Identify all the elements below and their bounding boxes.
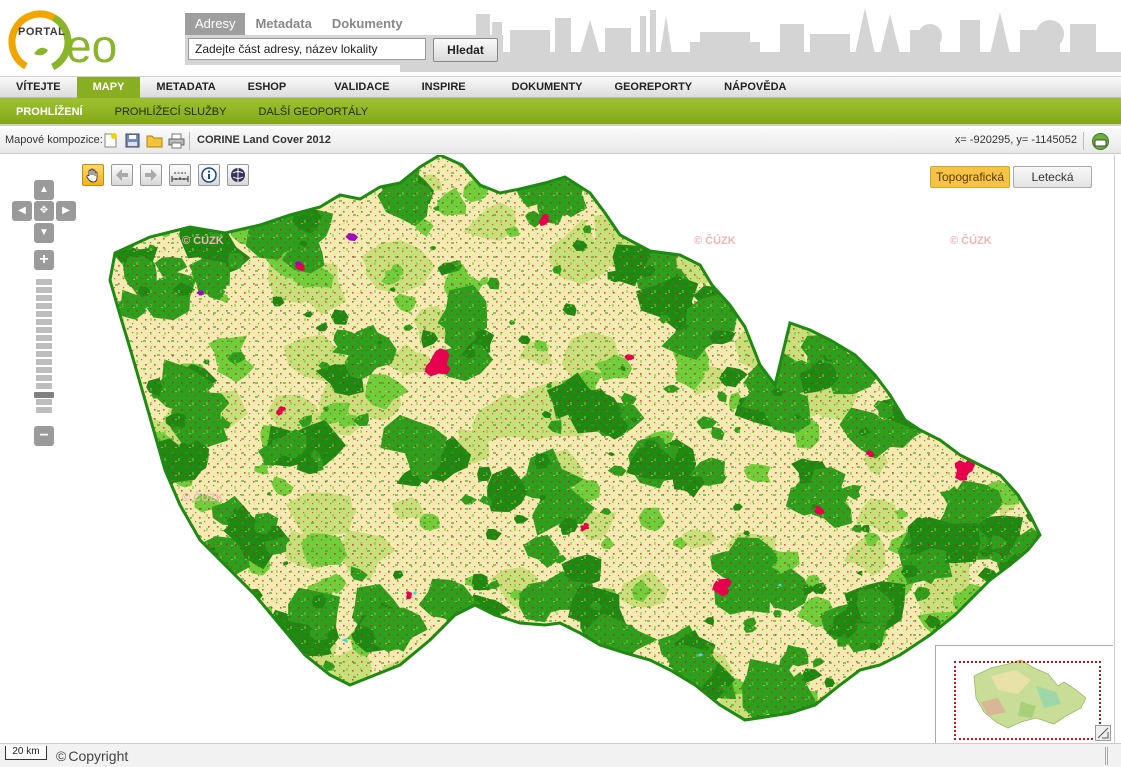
copyright-text[interactable]: © Copyright	[56, 748, 128, 764]
zoom-level-step[interactable]	[36, 343, 52, 349]
watermark: © ČÚZK	[182, 492, 224, 504]
zoom-level-step[interactable]	[36, 279, 52, 285]
baselayer-topographic-button[interactable]: Topografická	[930, 166, 1010, 188]
toolbar-separator	[189, 132, 190, 150]
pan-up-button[interactable]: ▲	[34, 180, 54, 200]
back-arrow-icon	[116, 169, 128, 181]
zoom-world-button[interactable]: ✥	[34, 201, 54, 221]
zoom-level-step[interactable]	[36, 319, 52, 325]
zoom-bar[interactable]	[36, 279, 52, 427]
search-box: Hledat	[185, 35, 503, 65]
pan-down-button[interactable]: ▼	[34, 223, 54, 243]
search-tabs: Adresy Metadata Dokumenty	[185, 13, 413, 35]
zoom-out-button[interactable]: −	[34, 426, 54, 446]
overview-toggle-button[interactable]	[1095, 725, 1111, 741]
nav-dokumenty[interactable]: DOKUMENTY	[496, 77, 599, 98]
copyright-symbol: ©	[56, 748, 67, 764]
main-navigation: VÍTEJTE MAPY METADATA ESHOP VALIDACE INS…	[0, 76, 1121, 98]
nav-vitejte[interactable]: VÍTEJTE	[0, 77, 77, 98]
save-icon[interactable]	[124, 132, 141, 149]
search-tab-adresy[interactable]: Adresy	[185, 13, 246, 35]
nav-georeporty[interactable]: GEOREPORTY	[599, 77, 709, 98]
search-input[interactable]	[188, 38, 426, 60]
compositions-label: Mapové kompozice:	[5, 134, 103, 146]
portal-logo[interactable]: eo PORTAL	[4, 4, 154, 74]
city-skyline-banner	[400, 8, 1121, 72]
open-folder-icon[interactable]	[146, 132, 163, 149]
status-bar: 20 km © Copyright	[0, 743, 1121, 767]
forward-arrow-icon	[145, 169, 157, 181]
nav-eshop[interactable]: ESHOP	[232, 77, 319, 98]
zoom-level-step[interactable]	[36, 367, 52, 373]
watermark: © ČÚZK	[182, 235, 224, 247]
watermark: © ČÚZK	[950, 235, 992, 247]
zoom-level-step[interactable]	[36, 383, 52, 389]
baselayer-aerial-button[interactable]: Letecká	[1013, 166, 1092, 188]
logo-portal-text: PORTAL	[18, 26, 66, 38]
zoom-slider-handle[interactable]	[33, 391, 55, 399]
pan-left-button[interactable]: ◀	[12, 201, 32, 221]
copyright-label: Copyright	[68, 748, 129, 764]
overview-extent-frame	[954, 661, 1101, 740]
pan-right-button[interactable]: ▶	[56, 201, 76, 221]
scale-bar: 20 km	[5, 746, 47, 760]
header: eo PORTAL Adresy Metadata Dokumenty Hled…	[0, 0, 1121, 76]
resize-icon	[1097, 727, 1109, 739]
zoom-level-step[interactable]	[36, 407, 52, 413]
zoom-level-step[interactable]	[36, 335, 52, 341]
nav-inspire[interactable]: INSPIRE	[406, 77, 496, 98]
zoom-level-step[interactable]	[36, 295, 52, 301]
zoom-level-step[interactable]	[36, 303, 52, 309]
print-icon[interactable]	[168, 132, 185, 149]
hand-pan-icon	[86, 168, 98, 183]
search-tab-dokumenty[interactable]: Dokumenty	[322, 13, 413, 35]
info-tool-button[interactable]	[198, 164, 220, 186]
zoom-level-step[interactable]	[36, 375, 52, 381]
statusbar-grip	[1105, 747, 1108, 765]
layers-globe-icon[interactable]	[1091, 132, 1110, 151]
subnav-prohlizeni[interactable]: PROHLÍŽENÍ	[0, 98, 99, 124]
nav-validace[interactable]: VALIDACE	[318, 77, 405, 98]
info-icon	[201, 167, 217, 183]
pan-tool-button[interactable]	[82, 164, 104, 186]
new-composition-icon[interactable]	[102, 132, 119, 149]
nav-metadata[interactable]: METADATA	[140, 77, 231, 98]
logo-text: eo	[66, 20, 117, 70]
map-toolbar: Mapové kompozice: CORINE Land Cover 2012…	[0, 128, 1121, 154]
globe-tool-button[interactable]	[227, 164, 249, 186]
history-back-button[interactable]	[111, 164, 133, 186]
globe-icon	[231, 168, 245, 182]
zoom-level-step[interactable]	[36, 399, 52, 405]
toolbar-separator	[1083, 132, 1084, 150]
search-tab-metadata[interactable]: Metadata	[245, 13, 321, 35]
zoom-level-step[interactable]	[36, 351, 52, 357]
map-composition-title: CORINE Land Cover 2012	[197, 134, 331, 146]
map-viewport[interactable]: © ČÚZK © ČÚZK © ČÚZK © ČÚZK ▲ ◀ ✥ ▶ ▼ + …	[0, 155, 1115, 743]
zoom-level-step[interactable]	[36, 327, 52, 333]
nav-mapy[interactable]: MAPY	[76, 77, 141, 98]
zoom-level-step[interactable]	[36, 311, 52, 317]
measure-tool-button[interactable]	[169, 164, 191, 186]
subnav-prohlizeci-sluzby[interactable]: PROHLÍŽECÍ SLUŽBY	[99, 98, 243, 124]
zoom-in-button[interactable]: +	[34, 250, 54, 270]
overview-map[interactable]	[935, 645, 1113, 743]
nav-napoveda[interactable]: NÁPOVĚDA	[708, 77, 802, 98]
coordinates-readout: x= -920295, y= -1145052	[954, 134, 1077, 146]
history-forward-button[interactable]	[140, 164, 162, 186]
search-button[interactable]: Hledat	[433, 38, 498, 62]
measure-icon	[171, 172, 189, 182]
zoom-level-step[interactable]	[36, 359, 52, 365]
watermark: © ČÚZK	[694, 235, 736, 247]
subnav-dalsi-geoportaly[interactable]: DALŠÍ GEOPORTÁLY	[242, 98, 384, 124]
zoom-level-step[interactable]	[36, 287, 52, 293]
sub-navigation: PROHLÍŽENÍ PROHLÍŽECÍ SLUŽBY DALŠÍ GEOPO…	[0, 98, 1121, 126]
